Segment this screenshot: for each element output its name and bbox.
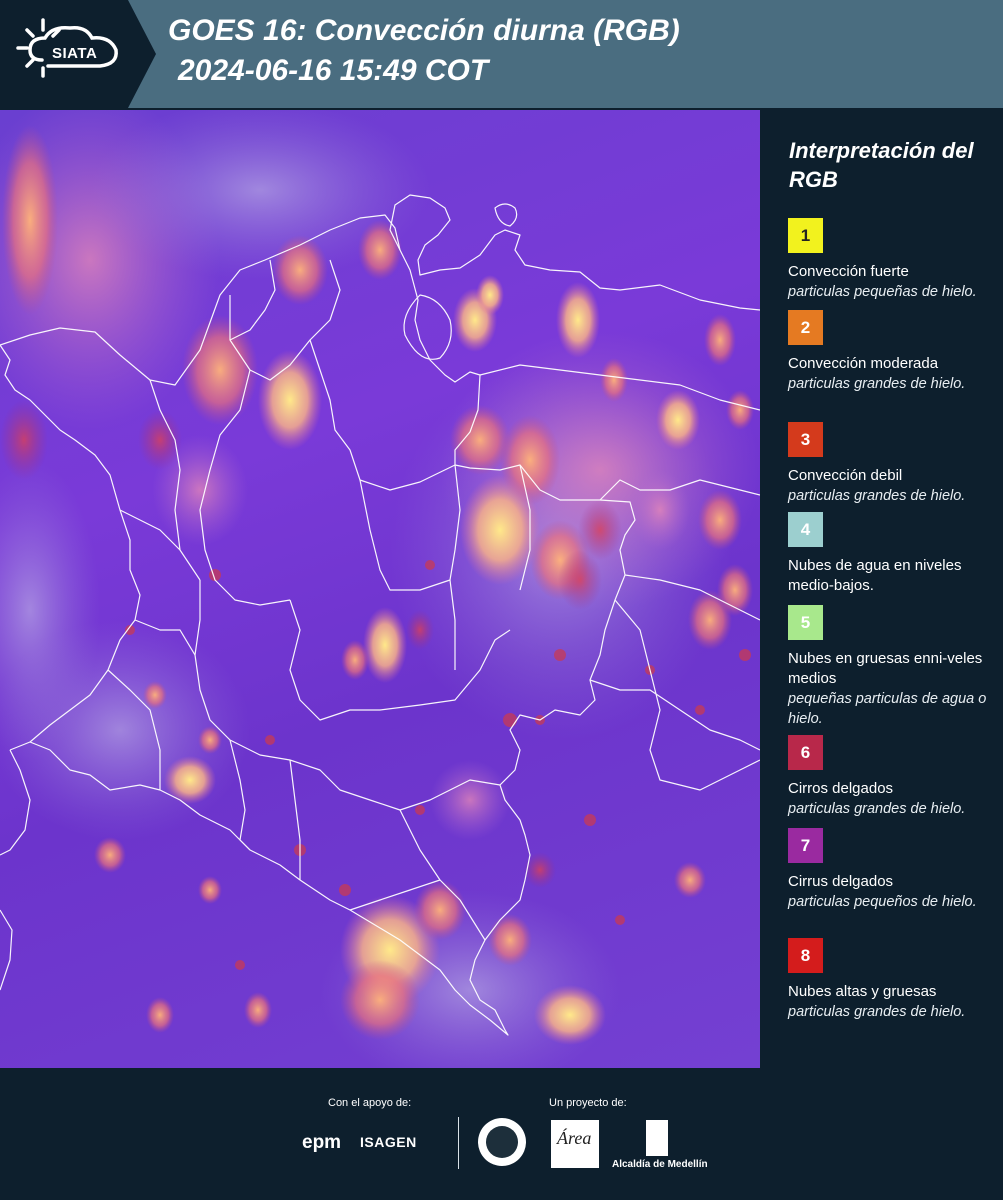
legend-item-8: 8 Nubes altas y gruesas particulas grand… — [788, 938, 998, 1022]
legend-item-2: 2 Convección moderada particulas grandes… — [788, 310, 998, 394]
project-label: Un proyecto de: — [549, 1097, 627, 1109]
footer-divider — [458, 1117, 459, 1169]
legend-swatch-3: 3 — [788, 422, 823, 457]
page-timestamp: 2024-06-16 15:49 COT — [178, 54, 489, 87]
siata-logo: SIATA — [0, 0, 156, 108]
legend-item-7: 7 Cirrus delgados particulas pequeños de… — [788, 828, 998, 912]
legend-item-6: 6 Cirros delgados particulas grandes de … — [788, 735, 998, 819]
siata-logo-text: SIATA — [52, 45, 98, 62]
support-label: Con el apoyo de: — [328, 1097, 412, 1109]
footer-bar: Con el apoyo de: Un proyecto de: epm ISA… — [0, 1070, 1003, 1200]
legend-label-3: Convección debil — [788, 467, 903, 484]
legend-swatch-7: 7 — [788, 828, 823, 863]
legend-desc-5: pequeñas particulas de agua o hielo. — [788, 691, 987, 727]
legend-item-4: 4 Nubes de agua en niveles medio-bajos. — [788, 512, 998, 596]
legend-item-5: 5 Nubes en gruesas enni-veles medios peq… — [788, 605, 998, 729]
alcaldia-label: Alcaldía de Medellín — [612, 1159, 708, 1170]
legend-desc-2: particulas grandes de hielo. — [788, 376, 966, 392]
legend-desc-3: particulas grandes de hielo. — [788, 488, 966, 504]
legend-label-6: Cirros delgados — [788, 780, 894, 797]
legend-label-1: Convección fuerte — [788, 263, 909, 280]
legend-desc-8: particulas grandes de hielo. — [788, 1004, 966, 1020]
legend-title: Interpretación del RGB — [789, 138, 974, 192]
legend-label-7: Cirrus delgados — [788, 873, 894, 890]
legend-desc-1: particulas pequeñas de hielo. — [788, 284, 977, 300]
medellin-seal-logo — [478, 1118, 526, 1166]
legend-desc-7: particulas pequeños de hielo. — [788, 894, 977, 910]
epm-logo: epm — [302, 1132, 342, 1153]
map-image — [0, 110, 760, 1068]
isagen-logo: ISAGEN — [360, 1134, 417, 1150]
legend-swatch-8: 8 — [788, 938, 823, 973]
legend-swatch-1: 1 — [788, 218, 823, 253]
satellite-map — [0, 110, 760, 1068]
legend-label-2: Convección moderada — [788, 355, 939, 372]
alcaldia-building-icon — [646, 1120, 668, 1156]
legend-swatch-6: 6 — [788, 735, 823, 770]
area-metropolitana-text: Área — [557, 1128, 592, 1148]
legend-item-1: 1 Convección fuerte particulas pequeñas … — [788, 218, 998, 302]
legend-desc-6: particulas grandes de hielo. — [788, 801, 966, 817]
area-metropolitana-logo: Área — [551, 1120, 599, 1168]
legend-item-3: 3 Convección debil particulas grandes de… — [788, 422, 998, 506]
header-bar: SIATA GOES 16: Convección diurna (RGB) 2… — [0, 0, 1003, 108]
legend-label-4: Nubes de agua en niveles medio-bajos. — [788, 557, 962, 594]
legend-label-8: Nubes altas y gruesas — [788, 983, 937, 1000]
legend-swatch-5: 5 — [788, 605, 823, 640]
legend-swatch-2: 2 — [788, 310, 823, 345]
page-title: GOES 16: Convección diurna (RGB) — [168, 14, 680, 47]
legend-swatch-4: 4 — [788, 512, 823, 547]
legend-panel: Interpretación del RGB 1 Convección fuer… — [760, 110, 1003, 1068]
legend-label-5: Nubes en gruesas enni-veles medios — [788, 650, 983, 687]
